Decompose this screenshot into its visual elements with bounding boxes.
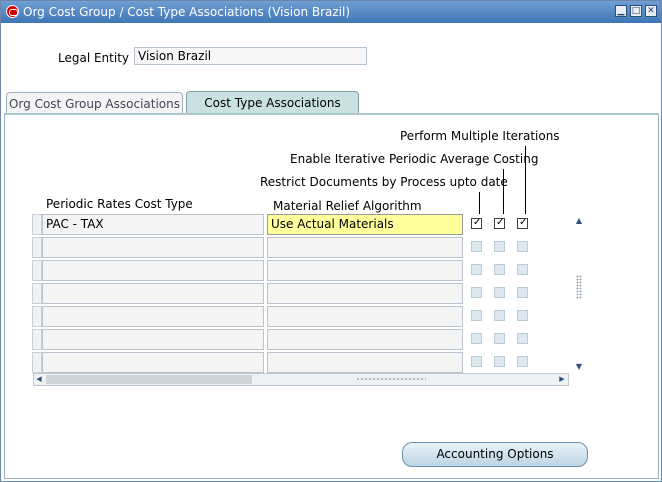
enable-iterative-checkbox[interactable] — [494, 333, 505, 344]
horizontal-scrollbar[interactable]: ◀ ▶ — [33, 373, 569, 386]
scroll-down-icon[interactable]: ▼ — [573, 361, 585, 373]
enable-iterative-checkbox[interactable] — [494, 264, 505, 275]
header-leader-perform — [525, 146, 526, 214]
window-title: Org Cost Group / Cost Type Associations … — [23, 5, 351, 19]
cost-type-cell[interactable] — [42, 283, 264, 304]
material-relief-cell[interactable]: Use Actual Materials — [267, 214, 463, 235]
enable-iterative-checkbox[interactable] — [494, 217, 505, 229]
row-selector[interactable] — [32, 283, 42, 304]
cost-type-cell[interactable] — [42, 352, 264, 373]
header-leader-enable — [503, 169, 504, 214]
app-window: Org Cost Group / Cost Type Associations … — [0, 0, 662, 482]
restrict-documents-checkbox[interactable] — [471, 310, 482, 321]
accounting-options-label: Accounting Options — [436, 447, 554, 461]
cost-type-cell[interactable] — [42, 260, 264, 281]
material-relief-cell[interactable] — [267, 352, 463, 373]
row-selector[interactable] — [32, 237, 42, 258]
legal-entity-label: Legal Entity — [58, 51, 130, 65]
material-relief-cell[interactable] — [267, 329, 463, 350]
accounting-options-button[interactable]: Accounting Options — [402, 442, 588, 467]
tab-cost-type-associations[interactable]: Cost Type Associations — [186, 91, 359, 115]
enable-iterative-checkbox[interactable] — [494, 287, 505, 298]
restrict-documents-checkbox[interactable] — [471, 241, 482, 252]
cost-type-cell[interactable]: PAC - TAX — [42, 214, 264, 235]
restrict-documents-checkbox[interactable] — [471, 217, 482, 229]
scroll-up-icon[interactable]: ▲ — [573, 215, 585, 227]
vertical-scrollbar[interactable]: ▲ ▼ — [573, 215, 585, 373]
scroll-grip — [576, 275, 582, 299]
legal-entity-field[interactable]: Vision Brazil — [134, 47, 367, 65]
row-selector[interactable] — [32, 352, 42, 373]
title-bar[interactable]: Org Cost Group / Cost Type Associations … — [1, 1, 661, 23]
material-relief-cell[interactable] — [267, 237, 463, 258]
perform-iterations-checkbox[interactable] — [517, 310, 528, 321]
cost-type-cell[interactable] — [42, 237, 264, 258]
header-perform-multiple-iterations: Perform Multiple Iterations — [400, 129, 560, 143]
material-relief-cell[interactable] — [267, 306, 463, 327]
cost-type-cell[interactable] — [42, 329, 264, 350]
row-selector[interactable] — [32, 260, 42, 281]
material-relief-cell[interactable] — [267, 260, 463, 281]
perform-iterations-checkbox[interactable] — [517, 333, 528, 344]
perform-iterations-checkbox[interactable] — [517, 241, 528, 252]
perform-iterations-checkbox[interactable] — [517, 264, 528, 275]
perform-iterations-checkbox[interactable] — [517, 217, 528, 229]
perform-iterations-checkbox[interactable] — [517, 287, 528, 298]
restrict-documents-checkbox[interactable] — [471, 264, 482, 275]
restrict-documents-checkbox[interactable] — [471, 333, 482, 344]
cost-type-cell[interactable] — [42, 306, 264, 327]
scroll-left-icon[interactable]: ◀ — [33, 373, 45, 385]
oracle-logo-icon — [6, 5, 19, 18]
row-selector[interactable] — [32, 214, 42, 235]
scroll-right-icon[interactable]: ▶ — [556, 373, 568, 385]
header-restrict-documents: Restrict Documents by Process upto date — [260, 175, 508, 189]
restrict-documents-checkbox[interactable] — [471, 287, 482, 298]
enable-iterative-checkbox[interactable] — [494, 241, 505, 252]
close-icon[interactable]: ✕ — [645, 5, 657, 17]
header-cost-type: Periodic Rates Cost Type — [46, 197, 193, 211]
horizontal-scroll-thumb[interactable] — [46, 375, 252, 384]
minimize-icon[interactable]: ▁ — [615, 5, 627, 17]
header-material-relief: Material Relief Algorithm — [273, 199, 422, 213]
horizontal-scroll-grip — [356, 377, 426, 382]
row-selector[interactable] — [32, 329, 42, 350]
tab-org-cost-group-associations[interactable]: Org Cost Group Associations — [6, 92, 183, 114]
enable-iterative-checkbox[interactable] — [494, 356, 505, 367]
enable-iterative-checkbox[interactable] — [494, 310, 505, 321]
header-leader-restrict — [479, 192, 480, 214]
header-enable-iterative: Enable Iterative Periodic Average Costin… — [290, 152, 539, 166]
perform-iterations-checkbox[interactable] — [517, 356, 528, 367]
maximize-icon[interactable]: □ — [630, 5, 642, 17]
row-selector[interactable] — [32, 306, 42, 327]
material-relief-cell[interactable] — [267, 283, 463, 304]
restrict-documents-checkbox[interactable] — [471, 356, 482, 367]
